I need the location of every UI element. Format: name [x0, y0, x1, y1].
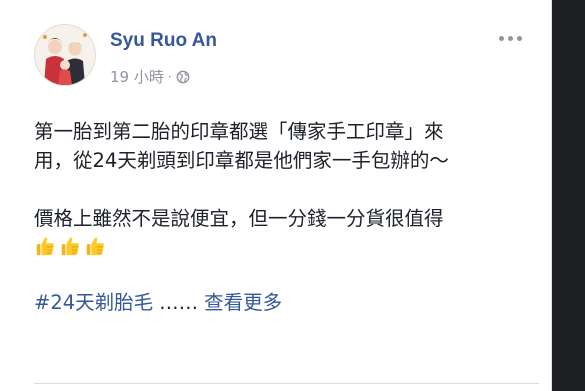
- avatar[interactable]: [34, 24, 96, 86]
- author-name[interactable]: Syu Ruo An: [110, 30, 217, 52]
- divider: [34, 383, 539, 384]
- avatar-illustration: [35, 25, 95, 85]
- post-timestamp[interactable]: 19 小時: [110, 66, 164, 87]
- more-dot: [508, 36, 513, 41]
- post-text-line: 用，從24天剃頭到印章都是他們家一手包辦的～: [34, 149, 449, 172]
- post-meta: 19 小時 ·: [110, 66, 190, 87]
- emoji-row: [34, 235, 539, 257]
- meta-separator: ·: [167, 69, 172, 84]
- page-background-edge: [552, 0, 585, 391]
- post-text-line: 第一胎到第二胎的印章都選「傳家手工印章」來: [34, 120, 444, 143]
- see-more-link[interactable]: 查看更多: [204, 291, 282, 314]
- globe-icon[interactable]: [176, 70, 190, 84]
- hashtag-link[interactable]: #24天剃胎毛: [34, 291, 153, 314]
- post-body: 第一胎到第二胎的印章都選「傳家手工印章」來 用，從24天剃頭到印章都是他們家一手…: [34, 117, 539, 257]
- more-options-icon[interactable]: [499, 36, 522, 41]
- thumbs-up-emoji: [86, 237, 104, 256]
- more-dot: [499, 36, 504, 41]
- more-dot: [517, 36, 522, 41]
- truncation-ellipsis: ……: [159, 291, 199, 314]
- post-footer-line: #24天剃胎毛 …… 查看更多: [34, 286, 282, 315]
- thumbs-up-emoji: [36, 237, 54, 256]
- thumbs-up-emoji: [61, 237, 79, 256]
- post-card: Syu Ruo An 19 小時 · 第一胎到第二胎的印章都選「傳家手工印章」來…: [0, 0, 552, 391]
- post-text-line: 價格上雖然不是說便宜，但一分錢一分貨很值得: [34, 207, 444, 230]
